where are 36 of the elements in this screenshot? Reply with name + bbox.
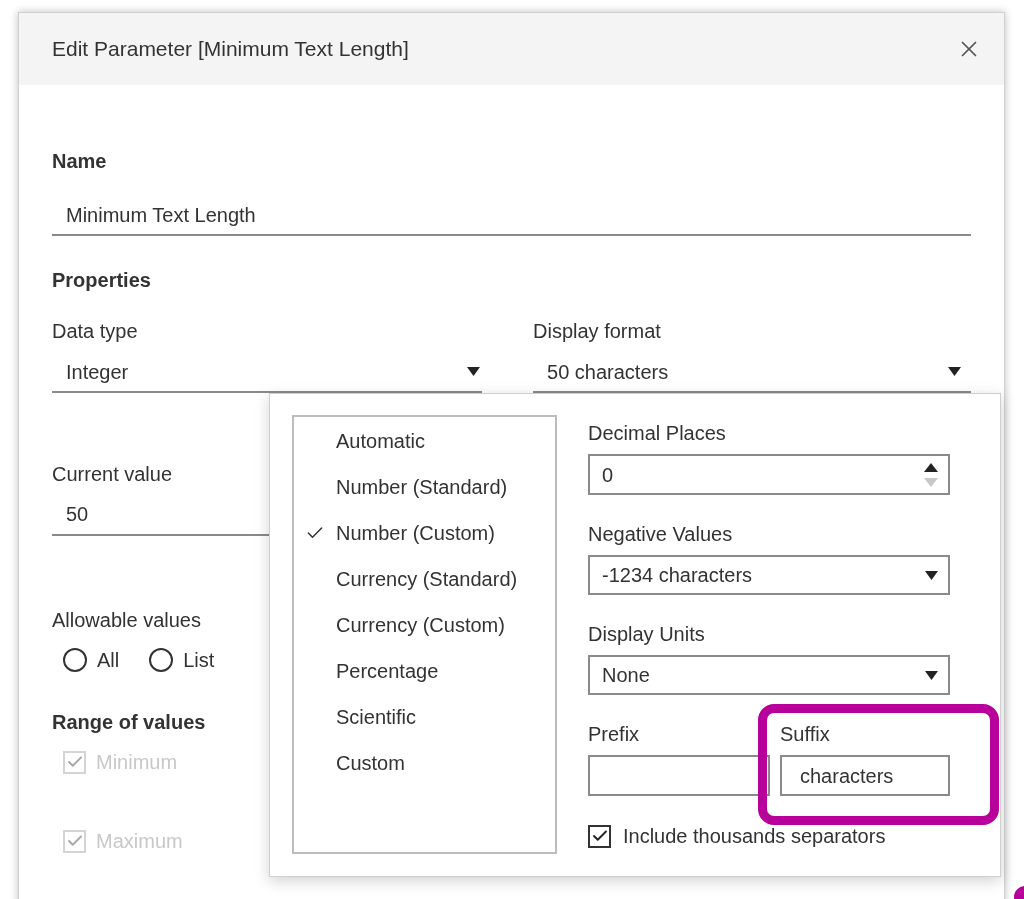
format-option[interactable]: Percentage	[294, 648, 555, 694]
field-label: Prefix	[588, 722, 641, 747]
field-label: Allowable values	[52, 608, 201, 633]
field-label: Decimal Places	[588, 421, 727, 446]
field-label: Data type	[52, 319, 139, 344]
field-label: Display Units	[588, 622, 706, 647]
format-option[interactable]: Scientific	[294, 694, 555, 740]
dropdown-arrow-icon	[925, 570, 938, 580]
checkbox[interactable]	[588, 824, 611, 848]
field-label: Display format	[533, 319, 662, 344]
format-option[interactable]: Currency (Custom)	[294, 602, 555, 648]
section-heading: Range of values	[52, 710, 206, 735]
dialog-title: Edit Parameter [Minimum Text Length]	[52, 36, 409, 62]
field-label: Suffix	[780, 722, 831, 747]
format-option[interactable]: Currency (Standard)	[294, 556, 555, 602]
checkbox-label: Include thousands separators	[623, 824, 886, 849]
suffix-field[interactable]: characters	[780, 755, 950, 796]
dropdown-arrow-icon	[467, 367, 480, 376]
radio-button[interactable]	[63, 648, 87, 672]
display-units-dropdown[interactable]: None	[588, 655, 950, 695]
section-heading: Properties	[52, 268, 152, 293]
field-label: Name	[52, 149, 108, 174]
format-option[interactable]: Automatic	[294, 418, 555, 464]
decimal-places-spinner[interactable]: 0	[588, 454, 950, 495]
radio-option[interactable]: List	[149, 646, 215, 674]
name-field[interactable]: Minimum Text Length	[52, 195, 971, 236]
field-label: Current value	[52, 462, 173, 487]
radio-button[interactable]	[149, 648, 174, 672]
format-option[interactable]: Custom	[294, 740, 555, 786]
prefix-field[interactable]	[588, 755, 770, 796]
dropdown-arrow-icon	[925, 670, 938, 680]
radio-option[interactable]: All	[63, 646, 120, 674]
stepper-icon[interactable]	[924, 461, 938, 488]
negative-values-dropdown[interactable]: -1234 characters	[588, 555, 950, 595]
field-label: Negative Values	[588, 522, 734, 547]
dropdown-arrow-icon	[948, 367, 961, 376]
